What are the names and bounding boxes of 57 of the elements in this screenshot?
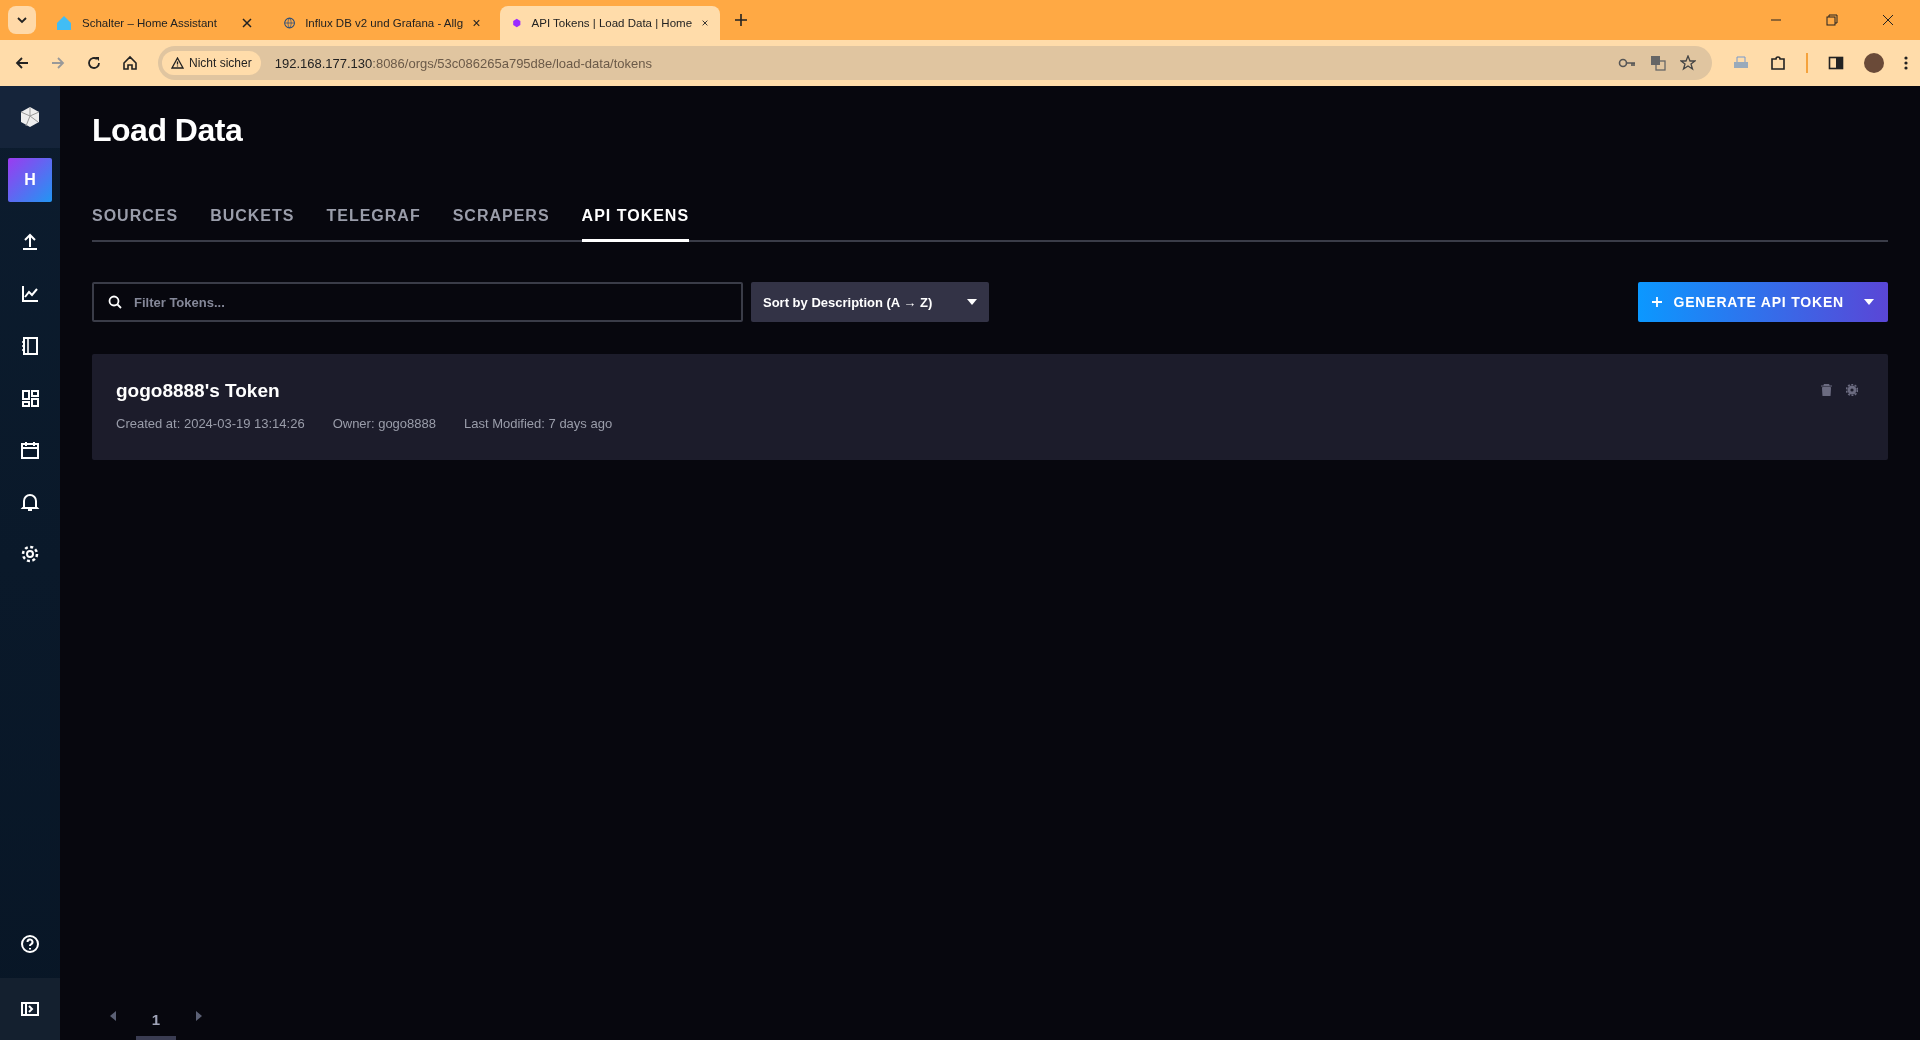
key-icon[interactable] xyxy=(1618,57,1636,69)
browser-tab[interactable]: Influx DB v2 und Grafana - Allg xyxy=(272,6,492,40)
created-date: Created at: 2024-03-19 13:14:26 xyxy=(116,416,305,431)
logo-icon[interactable] xyxy=(18,105,42,129)
upload-icon[interactable] xyxy=(20,232,40,252)
browser-tab[interactable]: API Tokens | Load Data | Home xyxy=(500,6,720,40)
modified-date: Last Modified: 7 days ago xyxy=(464,416,613,431)
tab[interactable]: SCRAPERS xyxy=(452,207,550,242)
org-avatar[interactable]: H xyxy=(8,158,52,202)
side-panel-icon[interactable] xyxy=(1828,55,1844,71)
help-icon[interactable] xyxy=(20,934,40,954)
tab-search-button[interactable] xyxy=(8,6,36,34)
page-title: Load Data xyxy=(92,112,244,149)
expand-icon[interactable] xyxy=(20,999,40,1019)
search-icon xyxy=(108,295,122,309)
sort-dropdown[interactable]: Sort by Description (A → Z) xyxy=(751,282,989,322)
address-bar[interactable]: Nicht sicher 192.168.177.130:8086/orgs/53c086265a795d8e/load-data/tokens xyxy=(158,46,1712,80)
tab[interactable]: SOURCES xyxy=(92,207,179,242)
page-number[interactable]: 1 xyxy=(136,1005,176,1040)
star-icon[interactable] xyxy=(1680,55,1696,71)
bell-icon[interactable] xyxy=(20,492,40,512)
chart-icon[interactable] xyxy=(20,284,40,304)
tab[interactable]: TELEGRAF xyxy=(326,207,421,242)
next-page-icon[interactable] xyxy=(196,1010,202,1021)
search-field[interactable]: Filter Tokens... xyxy=(92,282,743,322)
close-icon[interactable] xyxy=(242,18,252,28)
home-icon[interactable] xyxy=(122,55,138,71)
chevron-down-icon xyxy=(16,14,28,26)
token-owner: Owner: gogo8888 xyxy=(332,416,436,431)
generate-token-button[interactable]: GENERATE API TOKEN xyxy=(1637,282,1888,322)
reload-icon[interactable] xyxy=(86,55,102,71)
back-icon[interactable] xyxy=(14,55,30,71)
menu-icon[interactable] xyxy=(1904,55,1908,71)
browser-tab[interactable]: Schalter – Home Assistant xyxy=(44,6,264,40)
house-icon xyxy=(56,15,72,31)
globe-icon xyxy=(284,15,296,31)
notebook-icon[interactable] xyxy=(20,336,40,356)
previous-page-icon[interactable] xyxy=(110,1010,116,1021)
restore-icon[interactable] xyxy=(1826,14,1838,26)
dashboard-icon[interactable] xyxy=(20,388,40,408)
tab[interactable]: BUCKETS xyxy=(210,207,295,242)
security-chip[interactable]: Nicht sicher xyxy=(162,51,261,75)
warning-icon xyxy=(171,57,184,69)
close-icon[interactable] xyxy=(702,18,708,28)
url-text: 192.168.177.130:8086/orgs/53c086265a795d8e/load-data/tokens xyxy=(274,55,653,71)
token-name[interactable]: gogo8888's Token xyxy=(116,380,1821,402)
calendar-icon[interactable] xyxy=(20,440,40,460)
translate-icon[interactable] xyxy=(1650,55,1666,71)
tab[interactable]: API TOKENS xyxy=(581,207,690,242)
caret-icon xyxy=(967,299,977,305)
close-icon[interactable] xyxy=(473,18,480,28)
close-icon[interactable] xyxy=(1882,14,1894,26)
caret-icon xyxy=(1864,299,1874,305)
plus-icon xyxy=(1651,297,1662,307)
profile-avatar[interactable] xyxy=(1864,53,1884,73)
trash-icon[interactable] xyxy=(1821,384,1832,396)
new-tab-icon[interactable] xyxy=(734,13,748,27)
